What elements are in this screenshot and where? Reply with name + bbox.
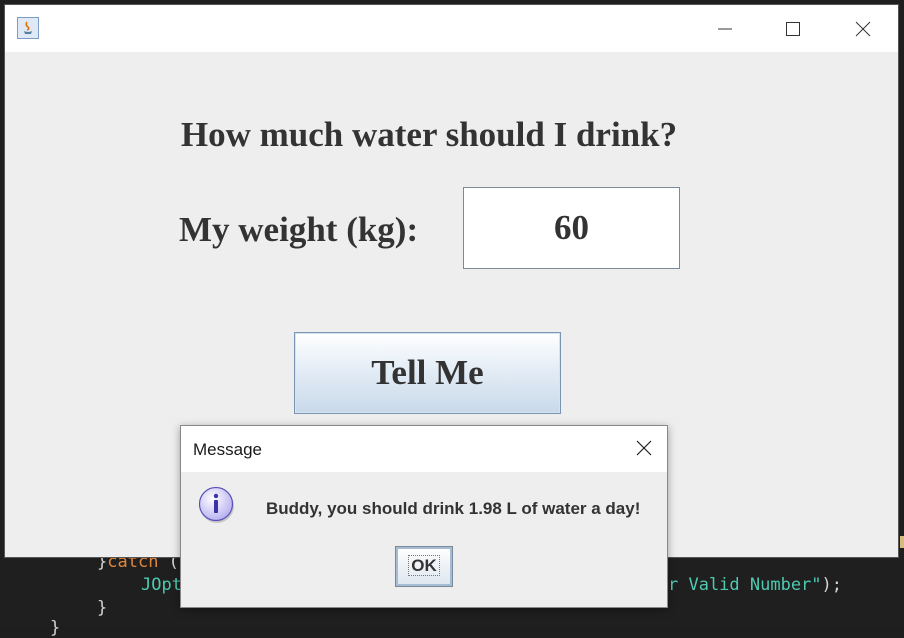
dialog-title: Message: [193, 440, 262, 459]
dialog-message: Buddy, you should drink 1.98 L of water …: [266, 499, 641, 518]
close-button[interactable]: [839, 5, 885, 52]
page-heading: How much water should I drink?: [180, 115, 678, 154]
minimize-icon: [718, 28, 732, 30]
minimize-button[interactable]: [701, 5, 747, 52]
code-line-joption-start: JOpt: [141, 575, 182, 595]
window-titlebar[interactable]: [5, 5, 898, 52]
code-line-string-end: r Valid Number");: [668, 575, 843, 595]
java-app-icon: [17, 17, 39, 39]
info-icon: [198, 486, 234, 523]
tell-me-button[interactable]: Tell Me: [294, 332, 561, 414]
maximize-icon: [786, 22, 800, 36]
dialog-titlebar[interactable]: Message: [181, 426, 667, 472]
close-icon: [855, 21, 871, 37]
ok-button[interactable]: OK: [395, 546, 453, 587]
weight-input[interactable]: 60: [463, 187, 680, 269]
editor-marker: [900, 536, 904, 548]
ok-button-label: OK: [408, 555, 440, 576]
close-icon: [636, 440, 652, 456]
weight-label: My weight (kg):: [179, 210, 419, 249]
maximize-button[interactable]: [769, 5, 815, 52]
message-dialog: Message Buddy, you should drink 1.98 L o…: [180, 425, 668, 608]
code-line-close-brace-2: }: [50, 618, 61, 638]
code-line-close-brace: }: [97, 598, 108, 618]
dialog-close-button[interactable]: [621, 426, 667, 472]
